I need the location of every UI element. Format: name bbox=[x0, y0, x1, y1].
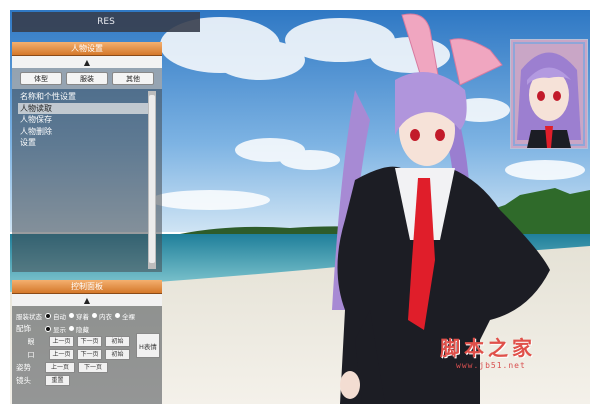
mouth-prev-button[interactable]: 上一页 bbox=[49, 349, 74, 360]
portrait-image bbox=[511, 40, 587, 148]
character-panel-header[interactable]: 人物设置 bbox=[12, 42, 162, 56]
radio-show[interactable] bbox=[45, 325, 51, 332]
h-expression-button[interactable]: H表情 bbox=[136, 333, 160, 358]
character-portrait bbox=[510, 39, 588, 149]
site-watermark: 脚本之家 www.jb51.net bbox=[440, 332, 536, 370]
menu-item-delete-character[interactable]: 人物删除 bbox=[18, 126, 148, 138]
eyes-reset-button[interactable]: 初始 bbox=[105, 336, 130, 347]
menu-item-load-character[interactable]: 人物读取 bbox=[18, 102, 148, 114]
collapse-arrow-icon[interactable]: ▲ bbox=[12, 56, 162, 68]
collapse-arrow-icon[interactable]: ▲ bbox=[12, 294, 162, 306]
radio-underwear[interactable] bbox=[92, 313, 97, 318]
list-scrollbar[interactable] bbox=[148, 91, 156, 269]
pose-next-button[interactable]: 下一页 bbox=[78, 362, 108, 373]
camera-label: 镜头 bbox=[16, 376, 31, 385]
camera-reset-button[interactable]: 重置 bbox=[45, 375, 70, 386]
control-panel-header[interactable]: 控制面板 bbox=[12, 280, 162, 294]
eyes-prev-button[interactable]: 上一页 bbox=[49, 336, 74, 347]
character-settings-panel: 人物设置 ▲ 体型 服装 其他 名称和个性设置 人物读取 人物保存 人物删除 设… bbox=[12, 42, 162, 272]
camera-row: 镜头 重置 bbox=[12, 374, 162, 387]
character-menu-list: 名称和个性设置 人物读取 人物保存 人物删除 设置 bbox=[18, 91, 156, 269]
radio-nude[interactable] bbox=[115, 313, 120, 318]
mouth-label: 口 bbox=[27, 350, 35, 359]
clothing-state-row: 服装状态 自动 穿着 内衣 全裸 bbox=[16, 312, 135, 321]
eyes-label: 眼 bbox=[27, 337, 35, 346]
radio-auto[interactable] bbox=[45, 312, 51, 319]
eyes-next-button[interactable]: 下一页 bbox=[77, 336, 102, 347]
tab-clothing[interactable]: 服装 bbox=[66, 72, 108, 85]
pose-row: 姿势 上一页 下一页 bbox=[12, 361, 162, 374]
window-title: RES bbox=[97, 17, 115, 27]
watermark-text: 脚本之家 bbox=[440, 336, 536, 360]
hand-left bbox=[340, 371, 360, 399]
pose-prev-button[interactable]: 上一页 bbox=[45, 362, 75, 373]
scrollbar-thumb[interactable] bbox=[149, 95, 155, 263]
watermark-url: www.jb51.net bbox=[456, 361, 526, 370]
game-viewport: RES 人物设置 ▲ 体型 服装 其他 名称和个性设置 人物读取 人物保存 人物… bbox=[10, 10, 590, 404]
mouth-next-button[interactable]: 下一页 bbox=[77, 349, 102, 360]
menu-item-save-character[interactable]: 人物保存 bbox=[18, 114, 148, 126]
menu-item-name-personality[interactable]: 名称和个性设置 bbox=[18, 91, 148, 103]
accessory-label: 配饰 bbox=[16, 324, 31, 333]
character-tabs: 体型 服装 其他 bbox=[12, 68, 162, 89]
menu-item-settings[interactable]: 设置 bbox=[18, 137, 148, 149]
mouth-reset-button[interactable]: 初始 bbox=[105, 349, 130, 360]
tab-other[interactable]: 其他 bbox=[112, 72, 154, 85]
control-panel: 控制面板 ▲ 服装状态 自动 穿着 内衣 全裸 配饰 显示 隐藏 眼 上一页 下… bbox=[12, 280, 162, 404]
radio-clothed[interactable] bbox=[69, 313, 74, 318]
radio-hide[interactable] bbox=[69, 326, 74, 331]
clothing-state-label: 服装状态 bbox=[16, 312, 42, 321]
tab-body[interactable]: 体型 bbox=[20, 72, 62, 85]
pose-label: 姿势 bbox=[16, 363, 31, 372]
window-title-bar[interactable]: RES bbox=[12, 12, 200, 32]
